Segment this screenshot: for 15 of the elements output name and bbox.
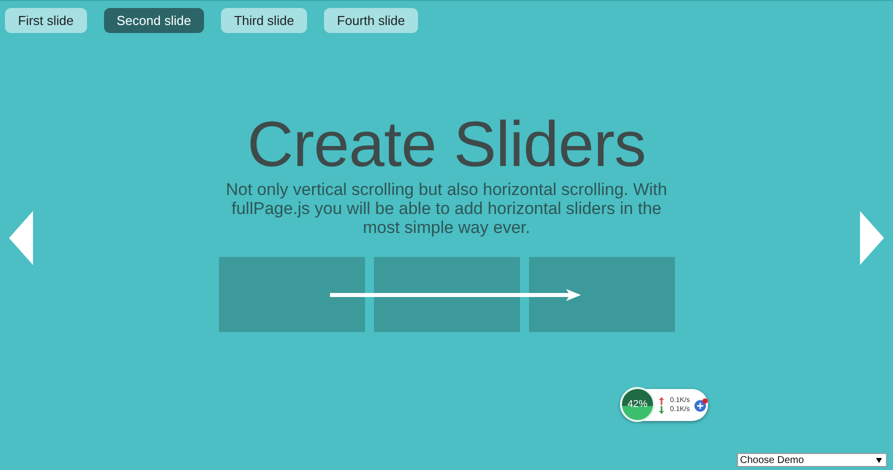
download-arrow-icon [659,406,664,414]
slide-tab[interactable]: Third slide [221,8,308,33]
slide-tab[interactable]: Fourth slide [324,8,418,33]
slide-tab[interactable]: First slide [5,8,87,33]
previous-slide-icon[interactable] [9,211,33,265]
usage-percent: 42% [627,399,648,410]
demo-select[interactable]: Choose Demo [737,453,887,467]
right-arrow-icon [330,288,582,302]
add-icon[interactable] [694,397,708,413]
next-slide-icon[interactable] [860,211,884,265]
upload-arrow-icon [659,396,664,404]
dropdown-caret-icon [876,458,882,462]
slide-description: Not only vertical scrolling but also horizontal scrolling. With fullPage.js you will be able to add horizontal sliders in the most simple way ever. [224,180,668,237]
slide-tab[interactable]: Second slide [104,8,204,33]
slide-heading: Create Sliders [247,112,646,176]
